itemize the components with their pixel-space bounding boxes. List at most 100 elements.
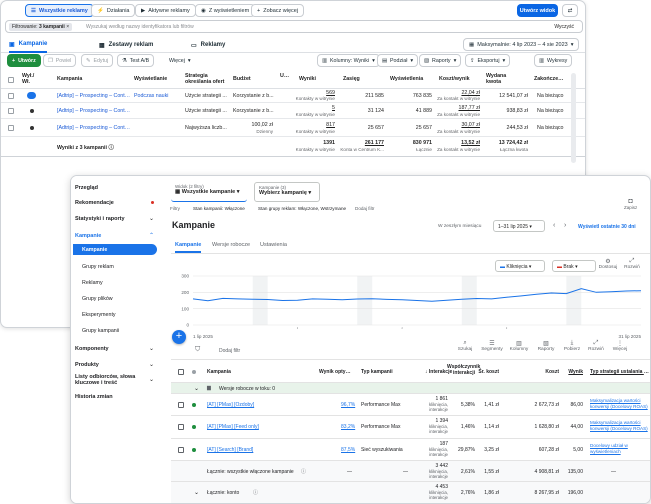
columns-button[interactable]: ▥ Kolumny: Wyniki ▾ — [317, 54, 380, 67]
date-range-picker[interactable]: 1–31 lip 2025 ▾ — [493, 220, 545, 232]
row-toggle[interactable] — [27, 92, 36, 99]
row-checkbox[interactable] — [178, 402, 184, 408]
campaign-name-link[interactable]: [AT] [PMax] [Ozdoby] — [207, 402, 254, 408]
campaign-name-link[interactable]: [Adtrip] – Prospecting – Contact – ... — [57, 125, 132, 131]
row-toggle[interactable] — [30, 126, 34, 130]
snapshot-button[interactable]: ◘ Zapisz — [624, 198, 637, 210]
prev-period-button[interactable]: ‹ — [553, 222, 555, 229]
export-button[interactable]: ⇪ Eksportuj ▾ — [465, 54, 511, 67]
sidebar-item-ads[interactable]: Reklamy — [82, 280, 103, 286]
sidebar-item-insights[interactable]: Statystyki i raporty — [75, 216, 125, 222]
filter-chip-adgroup-status[interactable]: Stan grupy reklam: Włączone, Wstrzymane — [258, 206, 346, 211]
sidebar-item-campaigns[interactable]: Kampanie — [82, 247, 107, 253]
sidebar-item-components[interactable]: Komponenty — [75, 346, 109, 352]
bid-strategy-link[interactable]: Maksymalizacja wartości konwersji (Docel… — [590, 398, 650, 409]
tab-ads[interactable]: ▭ Reklamy — [191, 37, 225, 53]
results-value[interactable]: 817 — [301, 122, 335, 128]
sidebar-item-asset-groups[interactable]: Grupy plików — [82, 296, 113, 302]
sidebar-item-ad-groups[interactable]: Grupy reklam — [82, 264, 114, 270]
select-all-checkbox[interactable] — [8, 77, 14, 83]
chevron-down-icon[interactable]: ⌄ — [194, 489, 199, 496]
with-delivery-pill[interactable]: ◉ Z wyświetleniem — [195, 4, 256, 17]
all-ads-pill[interactable]: ☰ Wszystkie reklamy — [25, 4, 94, 17]
col-campaign[interactable]: Kampania — [57, 76, 82, 82]
sidebar-item-products[interactable]: Produkty — [75, 362, 99, 368]
clear-link[interactable]: Wyczyść — [554, 24, 574, 30]
sidebar-item-audiences[interactable]: Listy odbiorców, słowa kluczowe i treść — [75, 374, 141, 386]
col-cost[interactable]: Koszt — [537, 369, 559, 375]
col-interaction-rate[interactable]: Współczynnik interakcji — [447, 364, 480, 376]
date-range-picker[interactable]: ▦ Maksymalnie: 4 lip 2023 – 4 sie 2023 ▾ — [463, 38, 580, 51]
breakdown-button[interactable]: ▤ Podział ▾ — [377, 54, 419, 67]
table-row[interactable]: [Adtrip] – Prospecting – Contact – ... U… — [1, 103, 585, 119]
col-amount-spent[interactable]: Wydana kwota — [486, 73, 522, 85]
cpr-value[interactable]: 187,77 zł — [437, 105, 481, 111]
col-bid-strategy-type[interactable]: Typ strategii ustalania stawek — [590, 369, 650, 375]
col-impressions[interactable]: Wyświetlenia — [390, 76, 423, 82]
edit-button[interactable]: ✎ Edytuj — [81, 54, 114, 67]
create-campaign-button[interactable]: + — [172, 330, 186, 344]
col-avg-cost[interactable]: Śr. koszt — [475, 369, 499, 375]
see-more-pill[interactable]: + Zobacz więcej — [251, 4, 305, 17]
col-budget[interactable]: Budżet — [233, 76, 251, 82]
tab-drafts[interactable]: Wersje robocze — [212, 242, 250, 248]
tab-campaigns[interactable]: ▣ Kampanie — [9, 37, 48, 53]
more-button[interactable]: ⋮ Więcej — [608, 340, 632, 352]
sidebar-item-change-history[interactable]: Historia zmian — [75, 394, 113, 400]
search-button[interactable]: ⌕ Szukaj — [452, 340, 478, 352]
campaign-name-link[interactable]: [AT] [Search] [Brand] — [207, 447, 253, 453]
row-checkbox[interactable] — [178, 447, 184, 453]
col-results[interactable]: Wyniki — [299, 76, 316, 82]
col-optimization-score[interactable]: Wynik optymalizacji — [319, 369, 355, 375]
campaign-name-link[interactable]: [Adtrip] – Prospecting – Contact – ... — [57, 108, 132, 114]
col-delivery[interactable]: Wyświetlanie — [134, 76, 179, 82]
col-onoff[interactable]: Wył./ Wł. — [22, 73, 42, 85]
charts-button[interactable]: ▥ Wykresy — [534, 54, 573, 67]
tab-adsets[interactable]: ▦ Zestawy reklam — [99, 37, 153, 53]
info-icon[interactable]: ⓘ — [108, 145, 113, 151]
row-checkbox[interactable] — [8, 125, 14, 131]
filter-chip-campaign-status[interactable]: Stan kampanii: Włączone — [193, 206, 245, 211]
settings-button[interactable]: ⇄ — [562, 4, 578, 17]
add-filter-button[interactable]: Dodaj filtr — [219, 348, 240, 354]
campaign-selector[interactable]: Kampanie (3) Wybierz kampanię ▾ — [254, 182, 320, 202]
table-row[interactable]: [Adtrip] – Prospecting – Contact – ... P… — [1, 89, 585, 103]
row-toggle[interactable] — [30, 109, 34, 113]
segment-button[interactable]: ☰ Segmenty — [479, 340, 505, 352]
create-view-button[interactable]: Utwórz widok — [517, 4, 558, 17]
duplicate-button[interactable]: ❐ Powiel — [43, 54, 77, 67]
table-row[interactable]: [AT] [Search] [Brand] 87,5% Sieć wyszuki… — [171, 439, 650, 461]
create-button[interactable]: + Utwórz — [7, 54, 41, 67]
draft-group-row[interactable]: ⌄ ▆ Wersje robocze w toku: 0 — [171, 383, 650, 394]
optimization-score[interactable]: 87,5% — [341, 447, 355, 453]
download-button[interactable]: ⤓ Pobierz — [560, 340, 584, 352]
col-attribution[interactable]: Ustawienie atrybucji — [280, 73, 290, 79]
sidebar-item-campaign-groups[interactable]: Grupy kampanii — [82, 328, 119, 334]
col-campaign-type[interactable]: Typ kampanii — [361, 369, 393, 375]
select-all-checkbox[interactable] — [178, 369, 184, 375]
col-interactions[interactable]: ↓ Interakcje — [425, 369, 452, 375]
filter-icon[interactable]: ⛉ — [195, 346, 200, 354]
sidebar-item-recommendations[interactable]: Rekomendacje — [75, 200, 114, 206]
help-icon[interactable]: ⓘ — [301, 468, 306, 475]
col-campaign[interactable]: Kampania — [207, 369, 231, 375]
col-cost-per-result[interactable]: Koszt/wynik — [439, 76, 470, 82]
vertical-scrollbar[interactable] — [571, 73, 576, 163]
col-ends[interactable]: Zakończenie — [534, 76, 564, 82]
actions-pill[interactable]: ⚡ Działania — [91, 4, 136, 17]
expand-table-button[interactable]: ⤢ Rozwiń — [584, 340, 608, 352]
optimization-score[interactable]: 83,2% — [341, 424, 355, 430]
reports-button[interactable]: ▧ Raporty ▾ — [419, 54, 462, 67]
col-reach[interactable]: Zasięg — [343, 76, 360, 82]
tab-campaigns[interactable]: Kampanie — [175, 242, 202, 253]
tab-settings[interactable]: Ustawienia — [260, 242, 287, 248]
col-bid-strategy[interactable]: Strategia określania ofert — [185, 73, 229, 85]
col-conversions[interactable]: Wynik — [563, 369, 583, 375]
row-checkbox[interactable] — [8, 93, 14, 99]
help-icon[interactable]: ⓘ — [253, 489, 258, 496]
sidebar-item-overview[interactable]: Przegląd — [75, 185, 98, 191]
active-ads-pill[interactable]: ▶ Aktywne reklamy — [135, 4, 196, 17]
filter-chip[interactable]: Filtrowanie: 3 kampanii × — [9, 23, 73, 31]
campaign-name-link[interactable]: [AT] [PMax] [Feed only] — [207, 424, 259, 430]
bid-strategy-link[interactable]: Maksymalizacja wartości konwersji (Docel… — [590, 420, 650, 431]
